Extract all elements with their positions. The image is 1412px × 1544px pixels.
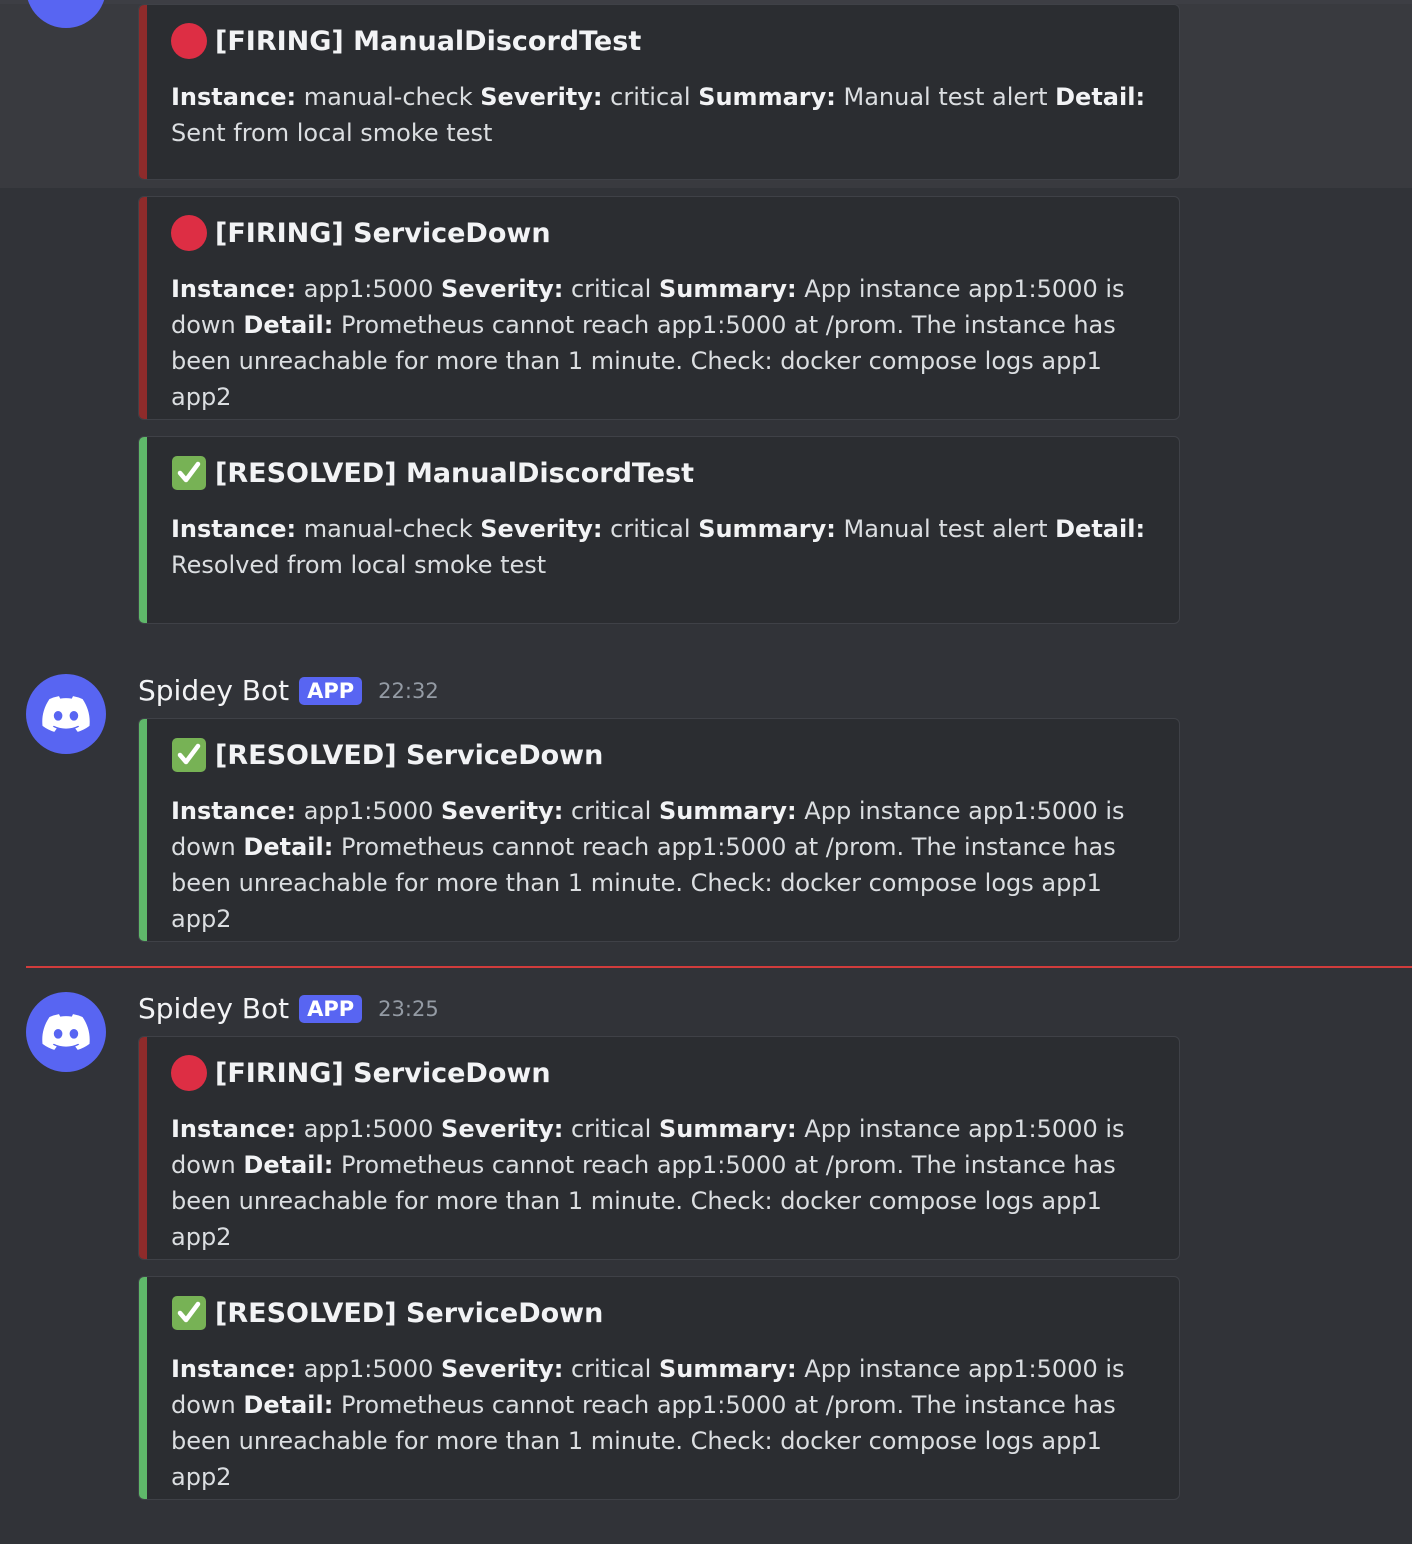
app-badge: APP bbox=[299, 994, 363, 1023]
author-name[interactable]: Spidey Bot bbox=[138, 674, 289, 707]
severity-value: critical bbox=[570, 1355, 652, 1383]
avatar[interactable] bbox=[26, 674, 106, 754]
summary-value: Manual test alert bbox=[843, 515, 1048, 543]
alert-embed: [RESOLVED] ManualDiscordTest Instance: m… bbox=[138, 436, 1180, 624]
summary-label: Summary: bbox=[658, 1115, 797, 1143]
embed-description: Instance: manual-check Severity: critica… bbox=[171, 511, 1161, 583]
severity-label: Severity: bbox=[441, 1115, 564, 1143]
embed-color-bar bbox=[139, 5, 147, 179]
embed-title: [FIRING] ServiceDown bbox=[171, 1055, 551, 1091]
message-header: Spidey Bot APP 22:32 bbox=[138, 674, 439, 707]
message-timestamp[interactable]: 23:25 bbox=[378, 997, 439, 1021]
detail-label: Detail: bbox=[1055, 515, 1146, 543]
embed-title-text: [RESOLVED] ServiceDown bbox=[215, 739, 604, 771]
severity-label: Severity: bbox=[441, 797, 564, 825]
severity-value: critical bbox=[570, 275, 652, 303]
severity-value: critical bbox=[570, 797, 652, 825]
instance-value: app1:5000 bbox=[303, 797, 434, 825]
detail-value: Resolved from local smoke test bbox=[171, 551, 547, 579]
author-name[interactable]: Spidey Bot bbox=[138, 992, 289, 1025]
severity-value: critical bbox=[610, 83, 691, 111]
detail-label: Detail: bbox=[243, 1391, 334, 1419]
embed-description: Instance: app1:5000 Severity: critical S… bbox=[171, 1111, 1161, 1255]
embed-title: [FIRING] ManualDiscordTest bbox=[171, 23, 641, 59]
embed-color-bar bbox=[139, 437, 147, 623]
summary-label: Summary: bbox=[658, 797, 797, 825]
instance-label: Instance: bbox=[171, 275, 297, 303]
instance-value: app1:5000 bbox=[303, 1355, 434, 1383]
instance-value: app1:5000 bbox=[303, 275, 434, 303]
instance-value: app1:5000 bbox=[303, 1115, 434, 1143]
embed-description: Instance: app1:5000 Severity: critical S… bbox=[171, 1351, 1161, 1495]
instance-label: Instance: bbox=[171, 1115, 297, 1143]
detail-label: Detail: bbox=[243, 311, 334, 339]
app-badge: APP bbox=[299, 676, 363, 705]
embed-description: Instance: app1:5000 Severity: critical S… bbox=[171, 271, 1161, 415]
new-messages-divider bbox=[26, 966, 1412, 968]
check-mark-icon bbox=[171, 737, 207, 773]
summary-label: Summary: bbox=[698, 515, 836, 543]
detail-label: Detail: bbox=[243, 1151, 334, 1179]
severity-value: critical bbox=[610, 515, 691, 543]
severity-label: Severity: bbox=[441, 275, 564, 303]
detail-value: Sent from local smoke test bbox=[171, 119, 493, 147]
detail-label: Detail: bbox=[1055, 83, 1146, 111]
embed-title-text: [RESOLVED] ManualDiscordTest bbox=[215, 457, 695, 489]
summary-label: Summary: bbox=[658, 1355, 797, 1383]
embed-color-bar bbox=[139, 197, 147, 419]
avatar[interactable] bbox=[26, 992, 106, 1072]
severity-label: Severity: bbox=[480, 515, 603, 543]
red-circle-icon bbox=[171, 215, 207, 251]
severity-value: critical bbox=[570, 1115, 652, 1143]
embed-title-text: [FIRING] ServiceDown bbox=[215, 1057, 551, 1089]
detail-label: Detail: bbox=[243, 833, 334, 861]
severity-label: Severity: bbox=[441, 1355, 564, 1383]
red-circle-icon bbox=[171, 1055, 207, 1091]
summary-label: Summary: bbox=[658, 275, 797, 303]
embed-description: Instance: app1:5000 Severity: critical S… bbox=[171, 793, 1161, 937]
severity-label: Severity: bbox=[480, 83, 603, 111]
embed-title-text: [FIRING] ManualDiscordTest bbox=[215, 25, 642, 57]
discord-logo-icon bbox=[42, 696, 90, 732]
alert-embed: [RESOLVED] ServiceDown Instance: app1:50… bbox=[138, 1276, 1180, 1500]
embed-title: [RESOLVED] ManualDiscordTest bbox=[171, 455, 694, 491]
check-mark-icon bbox=[171, 1295, 207, 1331]
message-timestamp[interactable]: 22:32 bbox=[378, 679, 439, 703]
embed-description: Instance: manual-check Severity: critica… bbox=[171, 79, 1161, 151]
alert-embed: [FIRING] ManualDiscordTest Instance: man… bbox=[138, 4, 1180, 180]
summary-value: Manual test alert bbox=[843, 83, 1048, 111]
red-circle-icon bbox=[171, 23, 207, 59]
alert-embed: [FIRING] ServiceDown Instance: app1:5000… bbox=[138, 1036, 1180, 1260]
embed-title-text: [FIRING] ServiceDown bbox=[215, 217, 551, 249]
instance-label: Instance: bbox=[171, 797, 297, 825]
embed-title: [RESOLVED] ServiceDown bbox=[171, 1295, 603, 1331]
embed-title-text: [RESOLVED] ServiceDown bbox=[215, 1297, 604, 1329]
embed-color-bar bbox=[139, 719, 147, 941]
instance-value: manual-check bbox=[303, 515, 473, 543]
instance-label: Instance: bbox=[171, 515, 297, 543]
instance-value: manual-check bbox=[303, 83, 473, 111]
summary-label: Summary: bbox=[698, 83, 836, 111]
embed-title: [RESOLVED] ServiceDown bbox=[171, 737, 603, 773]
alert-embed: [RESOLVED] ServiceDown Instance: app1:50… bbox=[138, 718, 1180, 942]
check-mark-icon bbox=[171, 455, 207, 491]
instance-label: Instance: bbox=[171, 1355, 297, 1383]
embed-color-bar bbox=[139, 1277, 147, 1499]
instance-label: Instance: bbox=[171, 83, 297, 111]
embed-color-bar bbox=[139, 1037, 147, 1259]
embed-title: [FIRING] ServiceDown bbox=[171, 215, 551, 251]
alert-embed: [FIRING] ServiceDown Instance: app1:5000… bbox=[138, 196, 1180, 420]
discord-logo-icon bbox=[42, 1014, 90, 1050]
message-header: Spidey Bot APP 23:25 bbox=[138, 992, 439, 1025]
